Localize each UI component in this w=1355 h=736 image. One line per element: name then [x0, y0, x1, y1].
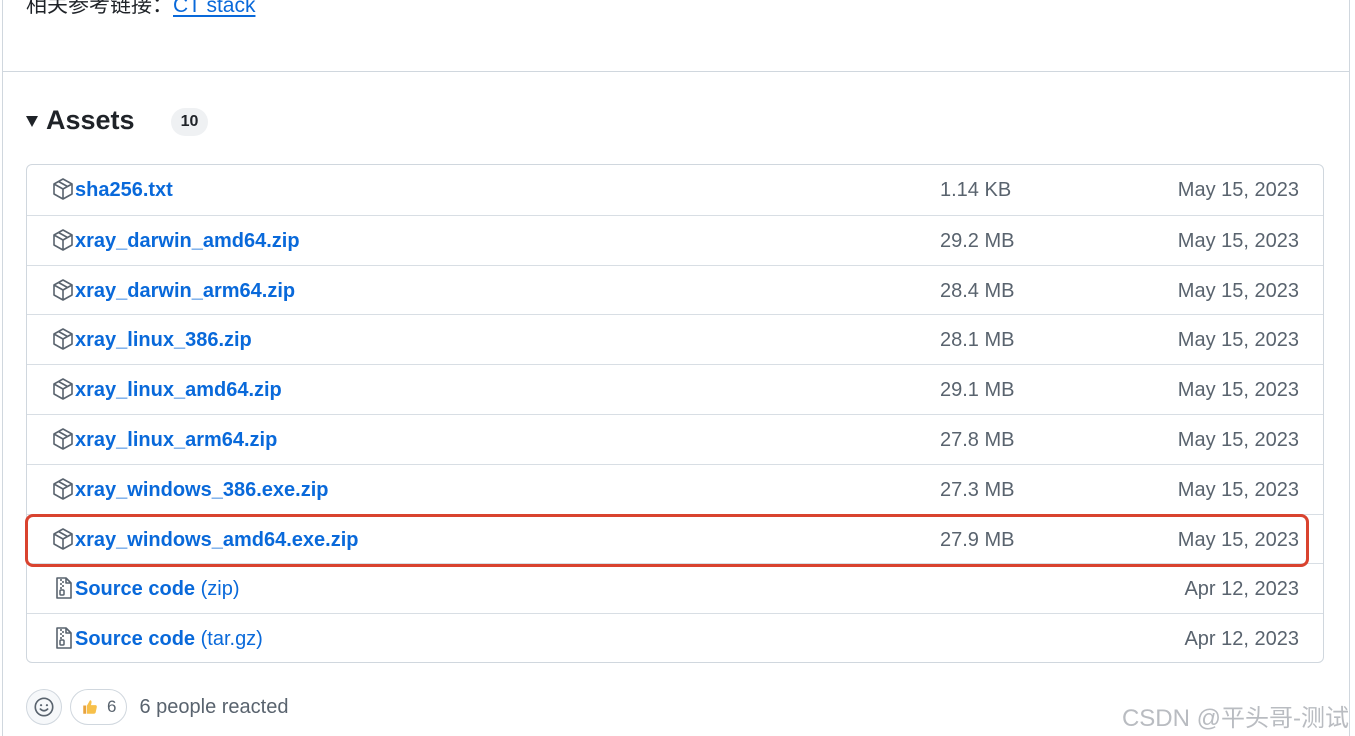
asset-size: 27.8 MB	[940, 428, 1015, 451]
asset-row: sha256.txt 1.14 KB May 15, 2023	[27, 165, 1323, 215]
asset-size: 28.4 MB	[940, 279, 1015, 302]
asset-date: May 15, 2023	[1177, 329, 1299, 352]
asset-date: May 15, 2023	[1177, 229, 1299, 252]
package-icon	[53, 477, 73, 500]
asset-link[interactable]: Source code (zip)	[75, 576, 240, 602]
asset-date: May 15, 2023	[1177, 279, 1299, 302]
asset-row: xray_windows_386.exe.zip 27.3 MB May 15,…	[27, 463, 1323, 514]
asset-size: 29.2 MB	[940, 229, 1015, 252]
reference-link[interactable]: CT stack	[173, 0, 255, 17]
asset-date: Apr 12, 2023	[1184, 628, 1299, 651]
asset-link[interactable]: xray_linux_arm64.zip	[75, 427, 277, 453]
asset-date: May 15, 2023	[1177, 428, 1299, 451]
asset-link[interactable]: xray_windows_amd64.exe.zip	[75, 527, 358, 553]
reactions-bar: 6 6 people reacted	[26, 688, 288, 726]
thumbs-up-count: 6	[107, 697, 117, 716]
asset-link[interactable]: xray_windows_386.exe.zip	[75, 477, 328, 503]
assets-title: Assets	[46, 104, 135, 135]
asset-row: Source code (zip) Apr 12, 2023	[27, 563, 1323, 613]
asset-date: Apr 12, 2023	[1184, 578, 1299, 601]
asset-size: 1.14 KB	[940, 179, 1012, 201]
card-left-border	[2, 0, 3, 736]
asset-row: Source code (tar.gz) Apr 12, 2023	[27, 613, 1323, 662]
asset-row: xray_darwin_amd64.zip 29.2 MB May 15, 20…	[27, 214, 1323, 265]
thumbs-up-icon	[83, 700, 97, 714]
package-icon	[53, 428, 73, 450]
package-icon	[53, 228, 73, 251]
reference-prefix: 相关参考链接：	[26, 0, 173, 17]
package-icon	[53, 527, 73, 550]
asset-row: xray_linux_amd64.zip 29.1 MB May 15, 202…	[27, 364, 1323, 414]
asset-row: xray_linux_386.zip 28.1 MB May 15, 2023	[27, 314, 1323, 364]
assets-toggle[interactable]: Assets 10	[26, 102, 209, 138]
add-reaction-button[interactable]	[26, 689, 62, 725]
assets-list: sha256.txt 1.14 KB May 15, 2023 xray_dar…	[26, 164, 1324, 663]
asset-date: May 15, 2023	[1177, 478, 1299, 501]
thumbs-up-reaction-button[interactable]: 6	[70, 689, 128, 725]
asset-size: 27.3 MB	[940, 478, 1015, 501]
caret-down-icon	[26, 115, 38, 127]
package-icon	[53, 278, 73, 301]
asset-row: xray_darwin_arm64.zip 28.4 MB May 15, 20…	[27, 264, 1323, 315]
asset-date: May 15, 2023	[1177, 179, 1299, 201]
section-divider	[2, 71, 1350, 72]
assets-count-badge: 10	[170, 108, 209, 136]
reference-line: 相关参考链接：CT stack	[26, 0, 255, 20]
asset-size: 27.9 MB	[940, 528, 1015, 551]
asset-size: 29.1 MB	[940, 379, 1015, 402]
asset-link[interactable]: xray_darwin_amd64.zip	[75, 228, 300, 254]
package-icon	[53, 378, 73, 400]
smiley-icon	[34, 697, 54, 717]
file-zip-icon	[56, 577, 72, 600]
asset-date: May 15, 2023	[1177, 528, 1299, 551]
asset-link[interactable]: sha256.txt	[75, 177, 173, 203]
asset-link[interactable]: xray_darwin_arm64.zip	[75, 278, 295, 304]
watermark: CSDN @平头哥-测试	[1121, 705, 1349, 732]
asset-row: xray_linux_arm64.zip 27.8 MB May 15, 202…	[27, 413, 1323, 464]
file-zip-icon	[56, 627, 72, 649]
reactions-summary: 6 people reacted	[139, 695, 289, 718]
asset-size: 28.1 MB	[940, 329, 1015, 352]
release-page: 相关参考链接：CT stack Assets 10 sha256.txt 1.1…	[0, 0, 1355, 736]
card-right-border	[1349, 0, 1350, 736]
asset-row-highlighted: xray_windows_amd64.exe.zip 27.9 MB May 1…	[27, 513, 1323, 564]
package-icon	[53, 328, 73, 351]
asset-link[interactable]: xray_linux_386.zip	[75, 327, 252, 353]
package-icon	[53, 178, 73, 200]
asset-link[interactable]: xray_linux_amd64.zip	[75, 377, 282, 403]
asset-date: May 15, 2023	[1177, 379, 1299, 402]
asset-link[interactable]: Source code (tar.gz)	[75, 626, 263, 652]
